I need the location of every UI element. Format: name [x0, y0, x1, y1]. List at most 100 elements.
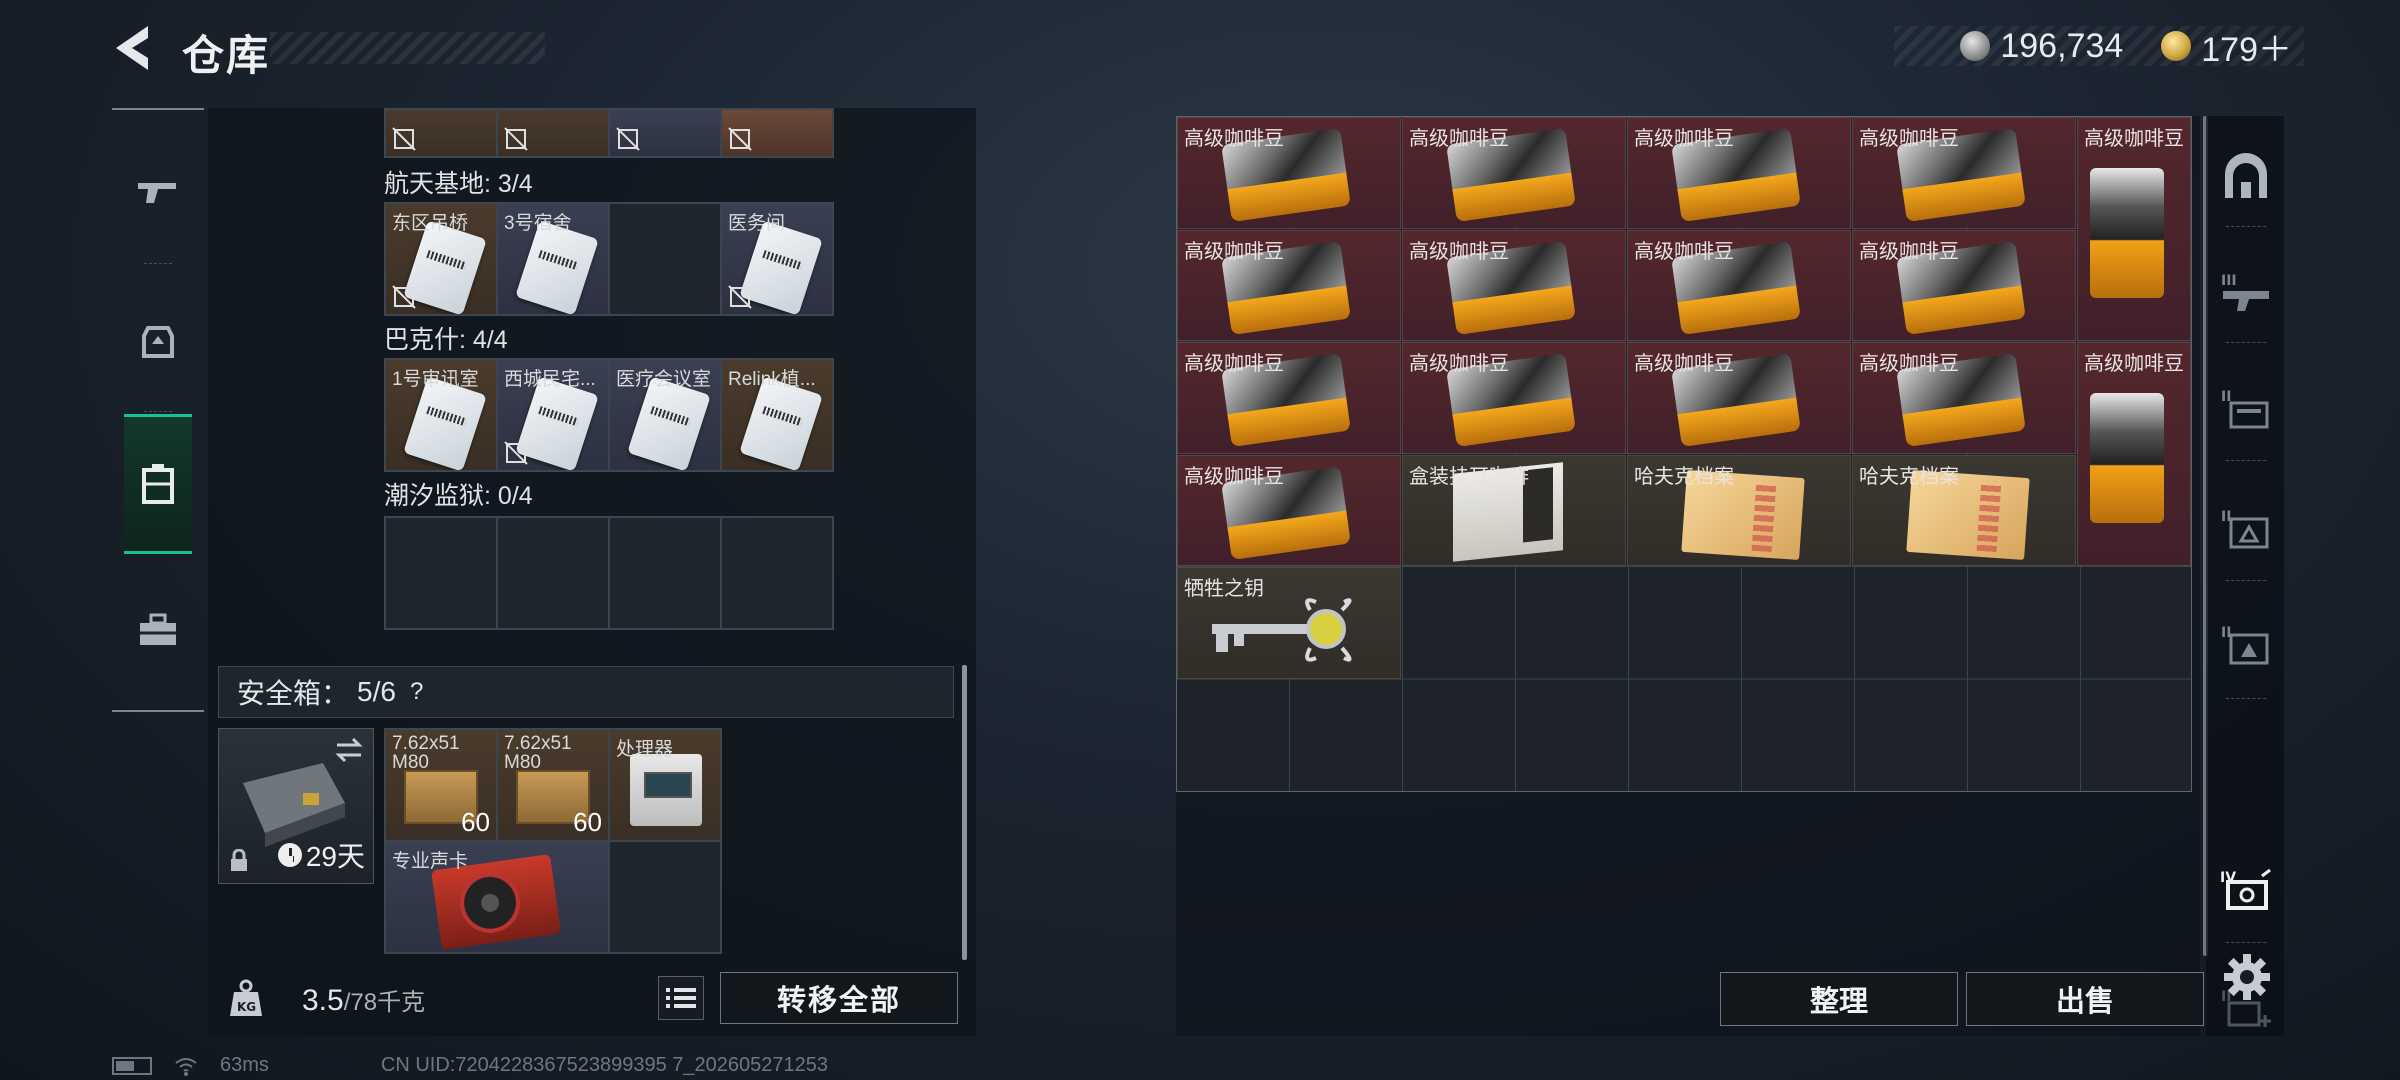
keycard-slot-empty[interactable]	[497, 517, 609, 629]
item-label: 高级咖啡豆	[1184, 128, 1284, 150]
tab-tier3[interactable]: II	[2218, 500, 2274, 556]
unavailable-icon	[616, 127, 640, 151]
processor-image	[630, 754, 702, 826]
item-count: 60	[461, 807, 490, 837]
item-label: 高级咖啡豆	[1634, 241, 1734, 263]
tier2-box-icon: II	[2221, 389, 2269, 429]
sort-button[interactable]: 整理	[1720, 972, 1958, 1026]
tab-gear[interactable]	[124, 270, 192, 412]
stash-item-coffee-beans[interactable]: 高级咖啡豆	[1852, 342, 2076, 454]
key-image	[1212, 598, 1352, 662]
keycard-label: Relink植...	[728, 369, 816, 390]
silver-coin-icon	[1960, 31, 1991, 61]
stash-item-coffee-beans[interactable]: 高级咖啡豆	[1627, 230, 1851, 341]
silver-amount: 196,734	[2000, 26, 2124, 65]
stash-item-coffee-beans[interactable]: 高级咖啡豆	[1627, 117, 1851, 229]
keycard-slot[interactable]: 西城民宅...	[497, 359, 609, 471]
left-scrollbar[interactable]	[962, 665, 967, 960]
keycard-label: 3号宿舍	[504, 213, 572, 234]
keycard-slot[interactable]: Relink植...	[721, 359, 833, 471]
sell-button[interactable]: 出售	[1966, 972, 2204, 1026]
stash-item-coffee-beans-tall[interactable]: 高级咖啡豆	[2077, 117, 2191, 341]
keycard-slot-empty[interactable]	[609, 517, 721, 629]
unavailable-icon	[504, 441, 528, 465]
section-label-tide-prison: 潮汐监狱: 0/4	[384, 482, 533, 510]
keycard-row-tide-prison	[384, 516, 834, 630]
list-icon	[666, 988, 696, 1008]
weight-current: 3.5	[302, 984, 344, 1017]
stash-item-drip-coffee[interactable]: 盒装挂耳咖啡	[1402, 455, 1626, 566]
safebox-item-processor[interactable]: 处理器	[609, 729, 721, 841]
item-label: 处理器	[616, 739, 674, 760]
stash-item-coffee-beans-tall[interactable]: 高级咖啡豆	[2077, 342, 2191, 566]
item-label: 高级咖啡豆	[1409, 128, 1509, 150]
item-label: 高级咖啡豆	[1859, 241, 1959, 263]
keycard-slot[interactable]	[497, 109, 609, 157]
tab-tier3-weapons[interactable]: III	[2218, 264, 2274, 320]
stash-item-coffee-beans[interactable]: 高级咖啡豆	[1177, 230, 1401, 341]
stash-item-coffee-beans[interactable]: 高级咖啡豆	[1627, 342, 1851, 454]
keycard-slot[interactable]: 3号宿舍	[497, 203, 609, 315]
stash-item-coffee-beans[interactable]: 高级咖啡豆	[1177, 342, 1401, 454]
unavailable-icon	[392, 285, 416, 309]
tier3-gun-icon: III	[2221, 273, 2269, 311]
safebox-slot-empty[interactable]	[609, 841, 721, 953]
safebox-grid: 7.62x51 M80 60 7.62x51 M80 60 处理器 专业声卡	[384, 728, 722, 954]
unavailable-icon	[728, 285, 752, 309]
item-label: 7.62x51 M80	[392, 734, 460, 772]
stash-item-coffee-beans[interactable]: 高级咖啡豆	[1177, 455, 1401, 566]
gold-amount[interactable]: 179＋	[2201, 22, 2292, 71]
safebox-item-soundcard[interactable]: 专业声卡	[385, 841, 609, 953]
tab-tier2-triangle[interactable]: II	[2218, 616, 2274, 672]
safebox-title: 安全箱：	[237, 678, 350, 709]
stash-item-coffee-beans[interactable]: 高级咖啡豆	[1402, 342, 1626, 454]
tab-tier4-active[interactable]: IV	[2218, 862, 2274, 918]
stash-item-haavk-file[interactable]: 哈夫克档案	[1852, 455, 2076, 566]
battery-icon	[112, 1056, 152, 1075]
item-label: 高级咖啡豆	[1409, 241, 1509, 263]
item-count: 60	[573, 807, 602, 837]
keycard-slot[interactable]: 医疗会议室	[609, 359, 721, 471]
left-tab-bar	[112, 108, 204, 712]
keycard-slot[interactable]	[385, 109, 497, 157]
keycard-slot[interactable]	[721, 109, 833, 157]
stash-item-sacrifice-key[interactable]: 牺牲之钥	[1177, 567, 1401, 679]
keycard-slot[interactable]	[609, 109, 721, 157]
help-icon[interactable]: ?	[410, 678, 423, 706]
transfer-all-button[interactable]: 转移全部	[720, 972, 958, 1024]
clock-icon	[277, 843, 302, 867]
keycard-slot-empty[interactable]	[721, 517, 833, 629]
tab-home-stash[interactable]	[2218, 148, 2274, 204]
stash-item-coffee-beans[interactable]: 高级咖啡豆	[1852, 230, 2076, 341]
item-label: 高级咖啡豆	[2084, 353, 2184, 375]
swap-icon[interactable]	[333, 737, 365, 763]
tab-weapons[interactable]	[124, 122, 192, 264]
safebox-item-ammo[interactable]: 7.62x51 M80 60	[385, 729, 497, 841]
stash-item-haavk-file[interactable]: 哈夫克档案	[1627, 455, 1851, 566]
item-label: 高级咖啡豆	[2084, 128, 2184, 150]
safebox-item-ammo[interactable]: 7.62x51 M80 60	[497, 729, 609, 841]
svg-text:III: III	[2221, 273, 2237, 289]
keycard-slot-empty[interactable]	[385, 517, 497, 629]
stash-item-coffee-beans[interactable]: 高级咖啡豆	[1177, 117, 1401, 229]
list-view-button[interactable]	[658, 976, 704, 1020]
uid-text: CN UID:7204228367523899395 7_20260527125…	[380, 1054, 828, 1076]
tab-container[interactable]	[124, 414, 192, 554]
tab-toolbox[interactable]	[124, 560, 192, 700]
back-arrow-icon[interactable]	[108, 22, 158, 74]
keycard-slot[interactable]: 1号审讯室	[385, 359, 497, 471]
right-tab-bar: III II II II IV II	[2206, 116, 2284, 1036]
stash-item-coffee-beans[interactable]: 高级咖啡豆	[1402, 230, 1626, 341]
keycard-slot[interactable]: 医务间	[721, 203, 833, 315]
house-arch-icon	[2225, 153, 2267, 198]
page-title: 仓库	[182, 32, 271, 79]
stash-item-coffee-beans[interactable]: 高级咖啡豆	[1402, 117, 1626, 229]
tab-tier2[interactable]: II	[2218, 380, 2274, 436]
settings-gear-icon[interactable]	[2222, 952, 2272, 1002]
keycard-slot-empty[interactable]	[609, 203, 721, 315]
safebox-slot[interactable]: 29天	[218, 728, 374, 884]
coffee-bag-image	[2090, 168, 2164, 298]
keycard-slot[interactable]: 东区吊桥	[385, 203, 497, 315]
stash-item-coffee-beans[interactable]: 高级咖啡豆	[1852, 117, 2076, 229]
item-label: 7.62x51 M80	[504, 734, 572, 772]
